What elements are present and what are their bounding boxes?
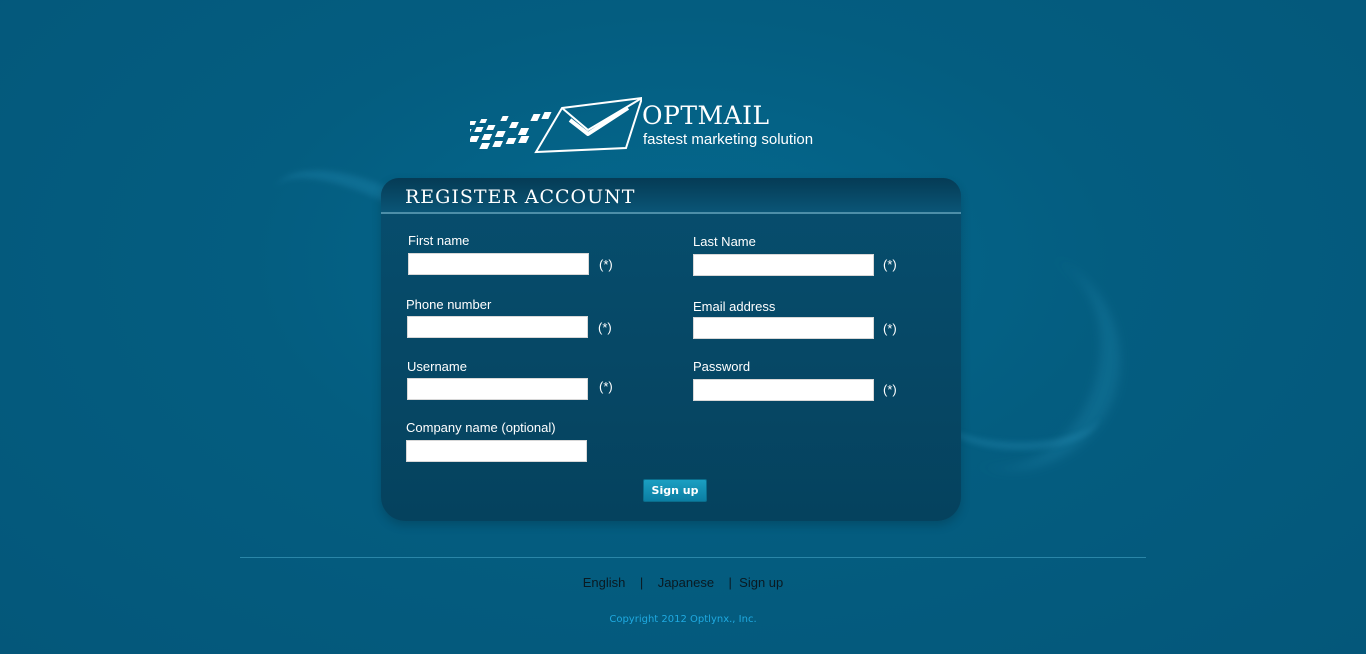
background-swoosh-right-lower (940, 380, 1100, 450)
logo-tagline: fastest marketing solution (643, 131, 814, 148)
phone-required-marker: (*) (598, 320, 612, 335)
email-label: Email address (693, 299, 776, 314)
company-label: Company name (optional) (406, 420, 556, 435)
footer-separator: | (728, 575, 732, 590)
footer-separator: | (639, 575, 644, 590)
copyright-text: Copyright 2012 Optlynx., Inc. (609, 614, 757, 625)
register-panel: REGISTER ACCOUNT First name (*) Phone nu… (381, 178, 961, 521)
logo: OPTMAIL fastest marketing solution (470, 96, 850, 156)
envelope-logo-icon (470, 96, 642, 154)
panel-title: REGISTER ACCOUNT (405, 186, 636, 208)
logo-name: OPTMAIL (642, 101, 770, 130)
language-japanese-link[interactable]: Japanese (658, 575, 714, 590)
first-name-input[interactable] (408, 253, 589, 275)
password-label: Password (693, 359, 751, 374)
footer-links: English | Japanese | Sign up (0, 575, 1366, 590)
last-name-label: Last Name (693, 234, 756, 249)
footer-sign-up-link[interactable]: Sign up (739, 575, 783, 590)
username-label: Username (407, 359, 467, 374)
phone-label: Phone number (406, 297, 492, 312)
username-required-marker: (*) (599, 379, 613, 394)
phone-input[interactable] (407, 316, 588, 338)
username-input[interactable] (407, 378, 588, 400)
password-input[interactable] (693, 379, 874, 401)
last-name-input[interactable] (693, 254, 874, 276)
first-name-label: First name (408, 233, 470, 248)
email-required-marker: (*) (883, 321, 897, 336)
sign-up-button[interactable]: Sign up (643, 479, 707, 502)
first-name-required-marker: (*) (599, 257, 613, 272)
company-input[interactable] (406, 440, 587, 462)
footer-divider (240, 557, 1146, 558)
last-name-required-marker: (*) (883, 257, 897, 272)
language-english-link[interactable]: English (583, 575, 626, 590)
panel-header: REGISTER ACCOUNT (381, 178, 961, 214)
password-required-marker: (*) (883, 382, 897, 397)
email-input[interactable] (693, 317, 874, 339)
